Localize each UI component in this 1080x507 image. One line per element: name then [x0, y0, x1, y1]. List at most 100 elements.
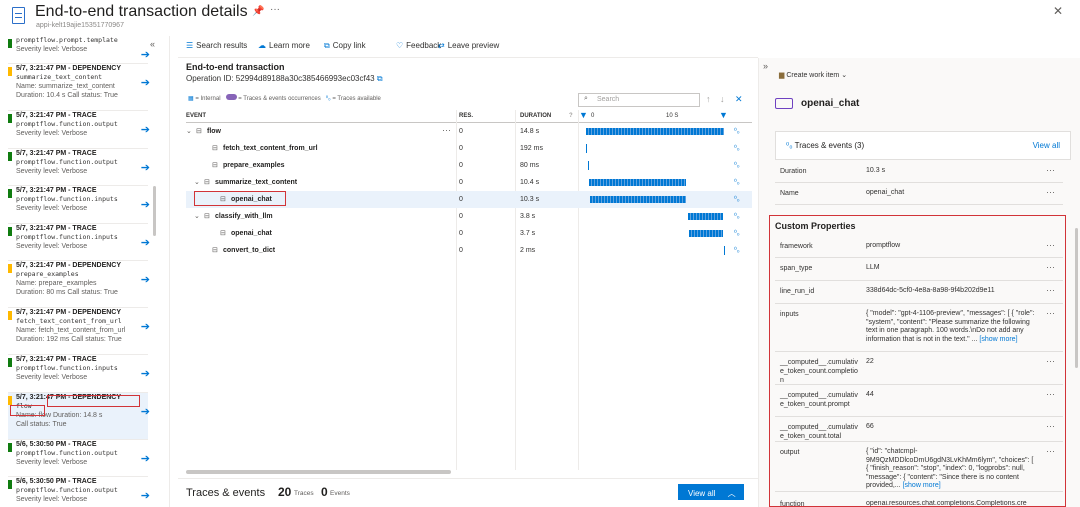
- timeline-bar[interactable]: [588, 161, 590, 170]
- traces-icon[interactable]: ⁰₀: [734, 246, 740, 254]
- feedback-button[interactable]: ♡ Feedback: [396, 41, 441, 50]
- horizontal-scrollbar[interactable]: [186, 470, 451, 474]
- arrow-right-icon[interactable]: ➔: [141, 161, 150, 174]
- column-res[interactable]: RES.: [459, 113, 473, 119]
- show-more-link[interactable]: [show more]: [979, 336, 1017, 343]
- more-icon[interactable]: ···: [1046, 187, 1055, 197]
- timeline-bar[interactable]: [589, 196, 686, 203]
- more-icon[interactable]: ···: [1046, 308, 1055, 318]
- copy-link-button[interactable]: ⧉ Copy link: [324, 41, 366, 51]
- chevron-down-icon[interactable]: ⌄: [194, 178, 200, 186]
- timeline-start-marker[interactable]: ▼: [579, 110, 588, 120]
- arrow-right-icon[interactable]: ➔: [141, 48, 150, 61]
- more-icon[interactable]: ···: [1046, 285, 1055, 295]
- view-all-button[interactable]: View all ︿: [678, 484, 744, 500]
- transaction-row[interactable]: ⊟ fetch_text_content_from_url 0 192 ms ⁰₀: [186, 140, 752, 157]
- more-icon[interactable]: ···: [270, 4, 280, 15]
- timeline-bar[interactable]: [586, 144, 588, 153]
- traces-icon[interactable]: ⁰₀: [734, 127, 740, 135]
- item-meta: Severity level: Verbose: [16, 458, 88, 466]
- transaction-row[interactable]: ⊟ prepare_examples 0 80 ms ⁰₀: [186, 157, 752, 174]
- close-icon[interactable]: ✕: [1053, 4, 1063, 18]
- sidebar-item[interactable]: 5/7, 3:21:47 PM - TRACE promptflow.functi…: [8, 224, 150, 261]
- item-meta: Severity level: Verbose: [16, 167, 88, 175]
- more-icon[interactable]: ···: [1046, 446, 1055, 456]
- search-results-button[interactable]: ☰ Search results: [186, 41, 247, 50]
- leave-preview-button[interactable]: ⇄ Leave preview: [438, 41, 499, 50]
- transaction-row[interactable]: ⌄ ⊟ classify_with_llm 0 3.8 s ⁰₀: [186, 208, 752, 225]
- more-icon[interactable]: ···: [1046, 262, 1055, 272]
- type-marker: [8, 358, 12, 367]
- chevron-down-icon[interactable]: ⌄: [194, 212, 200, 220]
- transaction-row[interactable]: ⌄ ⊟ flow 0 14.8 s ⁰₀ ···: [186, 123, 752, 140]
- sidebar-item[interactable]: promptflow.prompt.template Severity level…: [8, 36, 150, 64]
- transaction-row[interactable]: ⊟ openai_chat 0 3.7 s ⁰₀: [186, 225, 752, 242]
- column-duration[interactable]: DURATION: [520, 113, 551, 119]
- chevron-down-icon[interactable]: ⌄: [186, 127, 192, 135]
- column-event[interactable]: EVENT: [186, 113, 206, 119]
- more-icon[interactable]: ···: [1046, 389, 1055, 399]
- traces-icon[interactable]: ⁰₀: [734, 229, 740, 237]
- sidebar-scrollbar[interactable]: [153, 186, 156, 236]
- learn-more-button[interactable]: ☁ Learn more: [258, 41, 310, 50]
- sidebar-item[interactable]: 5/7, 3:21:47 PM - TRACE promptflow.functi…: [8, 355, 150, 393]
- transaction-row[interactable]: ⊟ convert_to_dict 0 2 ms ⁰₀: [186, 242, 752, 259]
- create-work-item-button[interactable]: ▆ Create work item ⌄: [779, 71, 847, 79]
- show-more-link[interactable]: [show more]: [903, 482, 941, 489]
- arrow-right-icon[interactable]: ➔: [141, 198, 150, 211]
- timeline-bar[interactable]: [723, 246, 725, 255]
- traces-icon[interactable]: ⁰₀: [734, 212, 740, 220]
- help-icon[interactable]: ?: [569, 113, 573, 119]
- resource-subtitle: appi-kelt19ajie15351770967: [36, 22, 124, 29]
- transaction-row[interactable]: ⌄ ⊟ summarize_text_content 0 10.4 s ⁰₀: [186, 174, 752, 191]
- property-key: __computed__.cumulative_token_count.prom…: [780, 392, 858, 408]
- search-icon: ⌕: [584, 95, 588, 102]
- sidebar-item[interactable]: 5/7, 3:21:47 PM - DEPENDENCY fetch_text_c…: [8, 308, 150, 355]
- clear-search-icon[interactable]: ✕: [735, 94, 743, 105]
- panel-scrollbar[interactable]: [1075, 228, 1078, 368]
- sidebar-item[interactable]: 5/7, 3:21:47 PM - TRACE promptflow.functi…: [8, 149, 150, 186]
- arrow-right-icon[interactable]: ➔: [141, 273, 150, 286]
- item-heading: 5/7, 3:21:47 PM - TRACE: [16, 224, 97, 232]
- more-icon[interactable]: ···: [1046, 165, 1055, 175]
- arrow-right-icon[interactable]: ➔: [141, 320, 150, 333]
- sidebar-item[interactable]: 5/7, 3:21:47 PM - TRACE promptflow.functi…: [8, 186, 150, 224]
- sidebar-item[interactable]: 5/7, 3:21:47 PM - TRACE promptflow.functi…: [8, 111, 150, 149]
- result-code: 0: [459, 247, 463, 254]
- search-input[interactable]: ⌕ Search: [578, 93, 700, 107]
- arrow-up-icon[interactable]: ↑: [706, 94, 711, 104]
- traces-icon[interactable]: ⁰₀: [734, 195, 740, 203]
- traces-icon[interactable]: ⁰₀: [734, 178, 740, 186]
- arrow-right-icon[interactable]: ➔: [141, 405, 150, 418]
- more-icon[interactable]: ···: [442, 125, 451, 135]
- arrow-down-icon[interactable]: ↓: [720, 94, 725, 104]
- timeline-bar[interactable]: [589, 179, 687, 186]
- arrow-right-icon[interactable]: ➔: [141, 367, 150, 380]
- timeline-bar[interactable]: [687, 213, 724, 220]
- more-icon[interactable]: ···: [1046, 356, 1055, 366]
- traces-icon[interactable]: ⁰₀: [734, 161, 740, 169]
- highlight-box: [10, 405, 45, 416]
- more-icon[interactable]: ···: [1046, 240, 1055, 250]
- arrow-right-icon[interactable]: ➔: [141, 123, 150, 136]
- arrow-right-icon[interactable]: ➔: [141, 76, 150, 89]
- timeline-bar[interactable]: [586, 128, 724, 135]
- collapse-sidebar-icon[interactable]: «: [150, 39, 155, 49]
- timeline-end-marker[interactable]: ▼: [719, 110, 728, 120]
- sidebar-item[interactable]: 5/6, 5:30:50 PM - TRACE promptflow.functi…: [8, 440, 150, 477]
- arrow-right-icon[interactable]: ➔: [141, 452, 150, 465]
- pin-icon[interactable]: 📌: [252, 6, 264, 17]
- copy-icon[interactable]: ⧉: [377, 74, 383, 83]
- expand-panel-icon[interactable]: »: [763, 61, 768, 71]
- traces-icon[interactable]: ⁰₀: [734, 144, 740, 152]
- sidebar-item[interactable]: 5/7, 3:21:47 PM - DEPENDENCY summarize_te…: [8, 64, 150, 111]
- property-key: span_type: [780, 265, 813, 272]
- sidebar-item[interactable]: 5/6, 5:30:50 PM - TRACE promptflow.functi…: [8, 477, 150, 507]
- timeline-bar[interactable]: [688, 230, 724, 237]
- arrow-right-icon[interactable]: ➔: [141, 236, 150, 249]
- arrow-right-icon[interactable]: ➔: [141, 489, 150, 502]
- sidebar-item[interactable]: 5/7, 3:21:47 PM - DEPENDENCY prepare_exam…: [8, 261, 150, 308]
- traces-view-all-link[interactable]: View all: [1033, 141, 1060, 150]
- property-row: Name openai_chat ···: [775, 183, 1063, 205]
- more-icon[interactable]: ···: [1046, 421, 1055, 431]
